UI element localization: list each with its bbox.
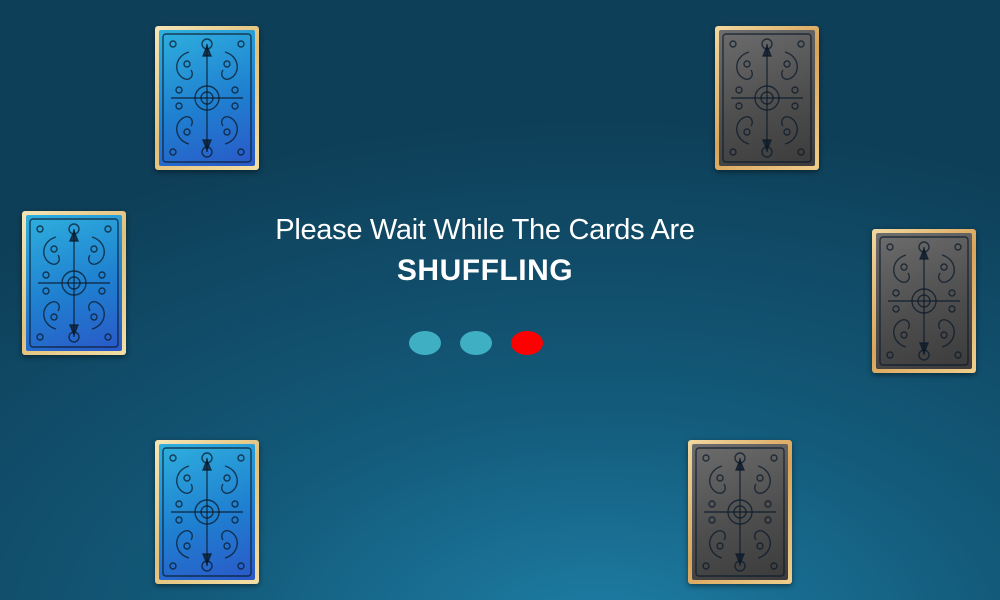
card-back-pattern — [719, 30, 815, 166]
card-back-gray — [688, 440, 792, 584]
card-back-gray — [715, 26, 819, 170]
card-back-blue — [155, 26, 259, 170]
card-back-pattern — [26, 215, 122, 351]
card-back-pattern — [159, 30, 255, 166]
shuffle-message: Please Wait While The Cards Are — [275, 214, 695, 246]
shuffle-status-title: SHUFFLING — [396, 254, 574, 287]
loading-dot — [409, 331, 441, 355]
card-back-blue — [22, 211, 126, 355]
loading-dot — [460, 331, 492, 355]
loading-dot-active — [511, 331, 543, 355]
card-back-pattern — [876, 233, 972, 369]
card-back-pattern — [692, 444, 788, 580]
card-back-gray — [872, 229, 976, 373]
card-back-blue — [155, 440, 259, 584]
card-back-pattern — [159, 444, 255, 580]
